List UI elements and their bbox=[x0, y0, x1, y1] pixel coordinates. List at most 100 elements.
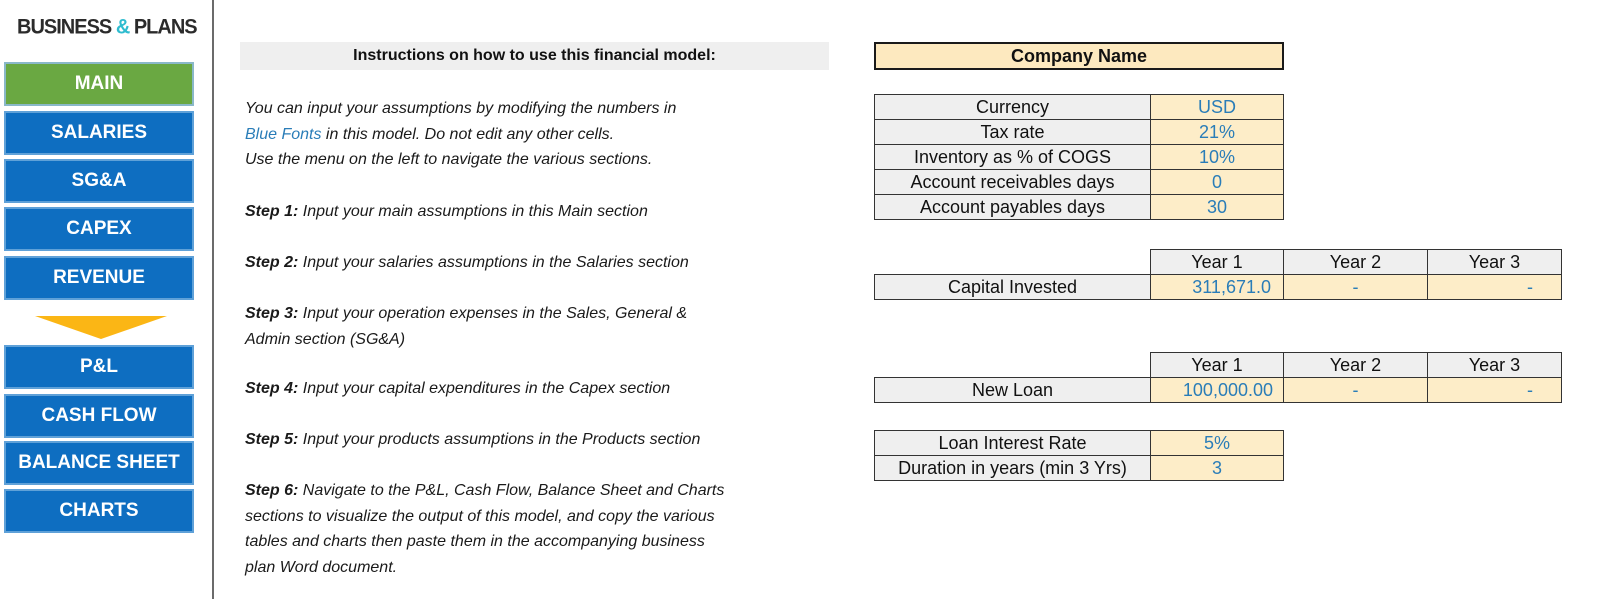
step-text-cont: plan Word document. bbox=[245, 558, 398, 576]
nav-cash-flow-button[interactable]: CASH FLOW bbox=[4, 394, 194, 438]
table-row: Inventory as % of COGS 10% bbox=[874, 144, 1284, 170]
nav-capex-button[interactable]: CAPEX bbox=[4, 207, 194, 251]
business-plans-logo: BUSINESS & PLANS bbox=[17, 15, 198, 39]
blue-fonts-label: Blue Fonts bbox=[245, 125, 322, 143]
tax-rate-input[interactable]: 21% bbox=[1150, 119, 1284, 145]
nav-charts-button[interactable]: CHARTS bbox=[4, 489, 194, 533]
step-text: Input your capital expenditures in the C… bbox=[298, 380, 671, 397]
step-label: Step 2: bbox=[245, 254, 299, 271]
nav-label: SALARIES bbox=[50, 122, 148, 143]
nav-main-button[interactable]: MAIN bbox=[4, 62, 194, 106]
intro-line-1: You can input your assumptions by modify… bbox=[245, 100, 677, 117]
step-4: Step 4: Input your capital expenditures … bbox=[245, 376, 670, 402]
sidebar-nav: BUSINESS & PLANS MAIN SALARIES SG&A CAPE… bbox=[0, 0, 210, 599]
table-row: Tax rate 21% bbox=[874, 119, 1284, 145]
nav-balance-sheet-button[interactable]: BALANCE SHEET bbox=[4, 441, 194, 485]
blank-cell bbox=[875, 250, 1151, 275]
step-3: Step 3: Input your operation expenses in… bbox=[245, 301, 687, 352]
step-text-cont: sections to visualize the output of this… bbox=[245, 507, 715, 525]
new-loan-table: Year 1 Year 2 Year 3 New Loan 100,000.00- - bbox=[874, 352, 1562, 403]
step-text: Input your salaries assumptions in the S… bbox=[298, 254, 689, 271]
table-row: Capital Invested 311,671.0- - bbox=[874, 274, 1562, 300]
step-label: Step 6: bbox=[245, 482, 299, 499]
loan-interest-rate-label: Loan Interest Rate bbox=[874, 430, 1151, 456]
step-1: Step 1: Input your main assumptions in t… bbox=[245, 199, 648, 225]
payables-days-label: Account payables days bbox=[874, 194, 1151, 220]
tax-rate-label: Tax rate bbox=[874, 119, 1151, 145]
logo-text-1: BUSINESS bbox=[17, 15, 116, 39]
sidebar-divider bbox=[212, 0, 214, 599]
capital-year-3-input[interactable]: - bbox=[1427, 274, 1562, 300]
step-label: Step 4: bbox=[245, 380, 299, 397]
step-text-cont: Admin section (SG&A) bbox=[245, 330, 406, 348]
table-row: Duration in years (min 3 Yrs) 3 bbox=[874, 455, 1284, 481]
year-3-header: Year 3 bbox=[1427, 352, 1562, 378]
new-loan-label: New Loan bbox=[874, 377, 1151, 403]
nav-salaries-button[interactable]: SALARIES bbox=[4, 111, 194, 155]
table-header-row: Year 1 Year 2 Year 3 bbox=[875, 249, 1562, 275]
nav-pl-button[interactable]: P&L bbox=[4, 345, 194, 389]
table-row: Currency USD bbox=[874, 94, 1284, 120]
instructions-title: Instructions on how to use this financia… bbox=[353, 47, 716, 64]
year-1-header: Year 1 bbox=[1150, 249, 1284, 275]
loan-terms-table: Loan Interest Rate 5% Duration in years (… bbox=[874, 430, 1284, 481]
intro-line-2-rest: in this model. Do not edit any other cel… bbox=[321, 125, 615, 143]
instructions-intro: You can input your assumptions by modify… bbox=[245, 96, 676, 173]
receivables-days-label: Account receivables days bbox=[874, 169, 1151, 195]
table-row: Account receivables days 0 bbox=[874, 169, 1284, 195]
instructions-header: Instructions on how to use this financia… bbox=[240, 42, 829, 70]
loan-year-1-input[interactable]: 100,000.00 bbox=[1150, 377, 1284, 403]
nav-label: CHARTS bbox=[59, 500, 139, 521]
step-label: Step 3: bbox=[245, 305, 299, 322]
logo-ampersand: & bbox=[115, 15, 130, 39]
capital-year-1-input[interactable]: 311,671.0 bbox=[1150, 274, 1284, 300]
down-arrow-icon bbox=[35, 316, 167, 339]
step-text-cont: tables and charts then paste them in the… bbox=[245, 533, 705, 550]
step-text: Input your products assumptions in the P… bbox=[298, 431, 701, 448]
assumptions-table: Currency USD Tax rate 21% Inventory as % o… bbox=[874, 94, 1284, 220]
currency-input[interactable]: USD bbox=[1150, 94, 1284, 120]
year-3-header: Year 3 bbox=[1427, 249, 1562, 275]
nav-label: BALANCE SHEET bbox=[18, 452, 180, 473]
step-text: Input your operation expenses in the Sal… bbox=[298, 305, 688, 322]
blank-cell bbox=[875, 353, 1151, 378]
step-6: Step 6: Navigate to the P&L, Cash Flow, … bbox=[245, 478, 724, 580]
table-row: New Loan 100,000.00- - bbox=[874, 377, 1562, 403]
year-1-header: Year 1 bbox=[1150, 352, 1284, 378]
receivables-days-input[interactable]: 0 bbox=[1150, 169, 1284, 195]
loan-year-3-input[interactable]: - bbox=[1427, 377, 1562, 403]
loan-interest-rate-input[interactable]: 5% bbox=[1150, 430, 1284, 456]
company-name-label: Company Name bbox=[1010, 45, 1148, 66]
inventory-label: Inventory as % of COGS bbox=[874, 144, 1151, 170]
nav-label: P&L bbox=[80, 356, 118, 377]
loan-year-2-input[interactable]: - bbox=[1283, 377, 1428, 403]
table-header-row: Year 1 Year 2 Year 3 bbox=[875, 352, 1562, 378]
nav-label: MAIN bbox=[74, 73, 124, 94]
intro-line-2: Blue Fonts in this model. Do not edit an… bbox=[245, 122, 676, 148]
nav-label: CAPEX bbox=[66, 218, 132, 239]
table-row: Loan Interest Rate 5% bbox=[874, 430, 1284, 456]
table-row: Account payables days 30 bbox=[874, 194, 1284, 220]
capital-year-2-input[interactable]: - bbox=[1283, 274, 1428, 300]
year-2-header: Year 2 bbox=[1283, 249, 1428, 275]
logo-text-2: PLANS bbox=[129, 15, 198, 39]
payables-days-input[interactable]: 30 bbox=[1150, 194, 1284, 220]
year-2-header: Year 2 bbox=[1283, 352, 1428, 378]
nav-label: SG&A bbox=[71, 170, 127, 191]
nav-label: REVENUE bbox=[53, 267, 145, 288]
inventory-input[interactable]: 10% bbox=[1150, 144, 1284, 170]
step-label: Step 1: bbox=[245, 203, 299, 220]
nav-label: CASH FLOW bbox=[41, 405, 157, 426]
intro-line-3: Use the menu on the left to navigate the… bbox=[245, 151, 653, 168]
step-text: Navigate to the P&L, Cash Flow, Balance … bbox=[298, 482, 725, 499]
loan-duration-label: Duration in years (min 3 Yrs) bbox=[874, 455, 1151, 481]
nav-revenue-button[interactable]: REVENUE bbox=[4, 256, 194, 300]
step-label: Step 5: bbox=[245, 431, 299, 448]
step-5: Step 5: Input your products assumptions … bbox=[245, 427, 700, 453]
company-name-cell[interactable]: Company Name bbox=[874, 42, 1284, 70]
loan-duration-input[interactable]: 3 bbox=[1150, 455, 1284, 481]
nav-sga-button[interactable]: SG&A bbox=[4, 159, 194, 203]
capital-invested-label: Capital Invested bbox=[874, 274, 1151, 300]
step-text: Input your main assumptions in this Main… bbox=[298, 203, 648, 220]
currency-label: Currency bbox=[874, 94, 1151, 120]
